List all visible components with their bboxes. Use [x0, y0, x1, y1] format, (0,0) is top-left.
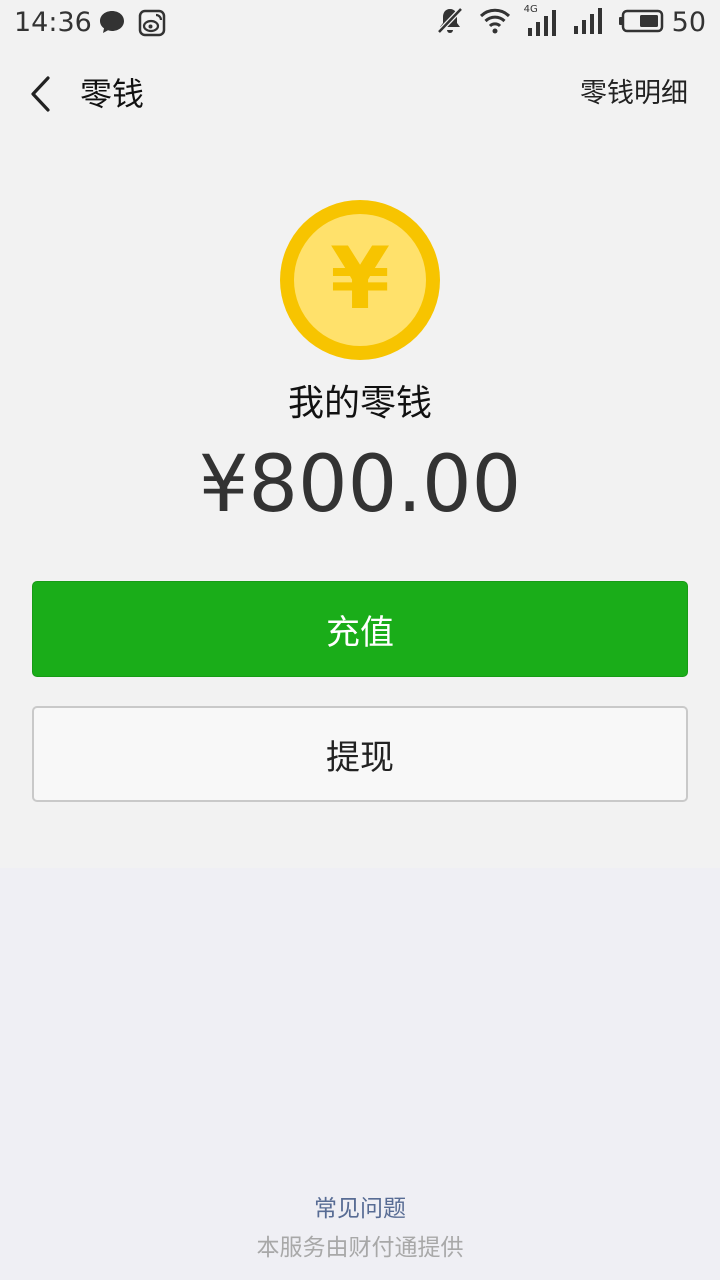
balance-label: 我的零钱 [287, 383, 432, 424]
status-bar: 14:36 4G 50 [0, 0, 720, 46]
recharge-button[interactable]: 充值 [32, 581, 688, 677]
battery-icon [618, 9, 664, 37]
page-title: 零钱 [80, 75, 145, 113]
battery-level: 50 [671, 7, 706, 38]
withdraw-button[interactable]: 提现 [32, 706, 688, 802]
wallet-change-screen: 14:36 4G 50 零钱 零钱明细 ¥ 我的零钱 ¥800.00 充值 提现… [0, 0, 720, 1280]
balance-amount: ¥800.00 [198, 440, 522, 530]
weibo-icon [138, 9, 166, 41]
status-time: 14:36 [14, 7, 92, 38]
coin-symbol: ¥ [330, 229, 390, 329]
chat-bubble-icon [98, 9, 126, 39]
signal-4g-icon: 4G [524, 4, 558, 38]
navigation-bar: 零钱 零钱明细 [0, 50, 720, 138]
yuan-coin-icon: ¥ [280, 200, 440, 360]
wifi-icon [478, 7, 512, 39]
chevron-left-icon [31, 76, 50, 112]
bell-muted-icon [436, 6, 464, 40]
status-indicators: 4G 50 [422, 4, 706, 40]
change-details-link[interactable]: 零钱明细 [580, 74, 688, 114]
back-button[interactable] [14, 68, 66, 120]
signal-icon [572, 6, 604, 40]
service-provider-text: 本服务由财付通提供 [256, 1235, 464, 1261]
faq-link[interactable]: 常见问题 [0, 1192, 720, 1226]
